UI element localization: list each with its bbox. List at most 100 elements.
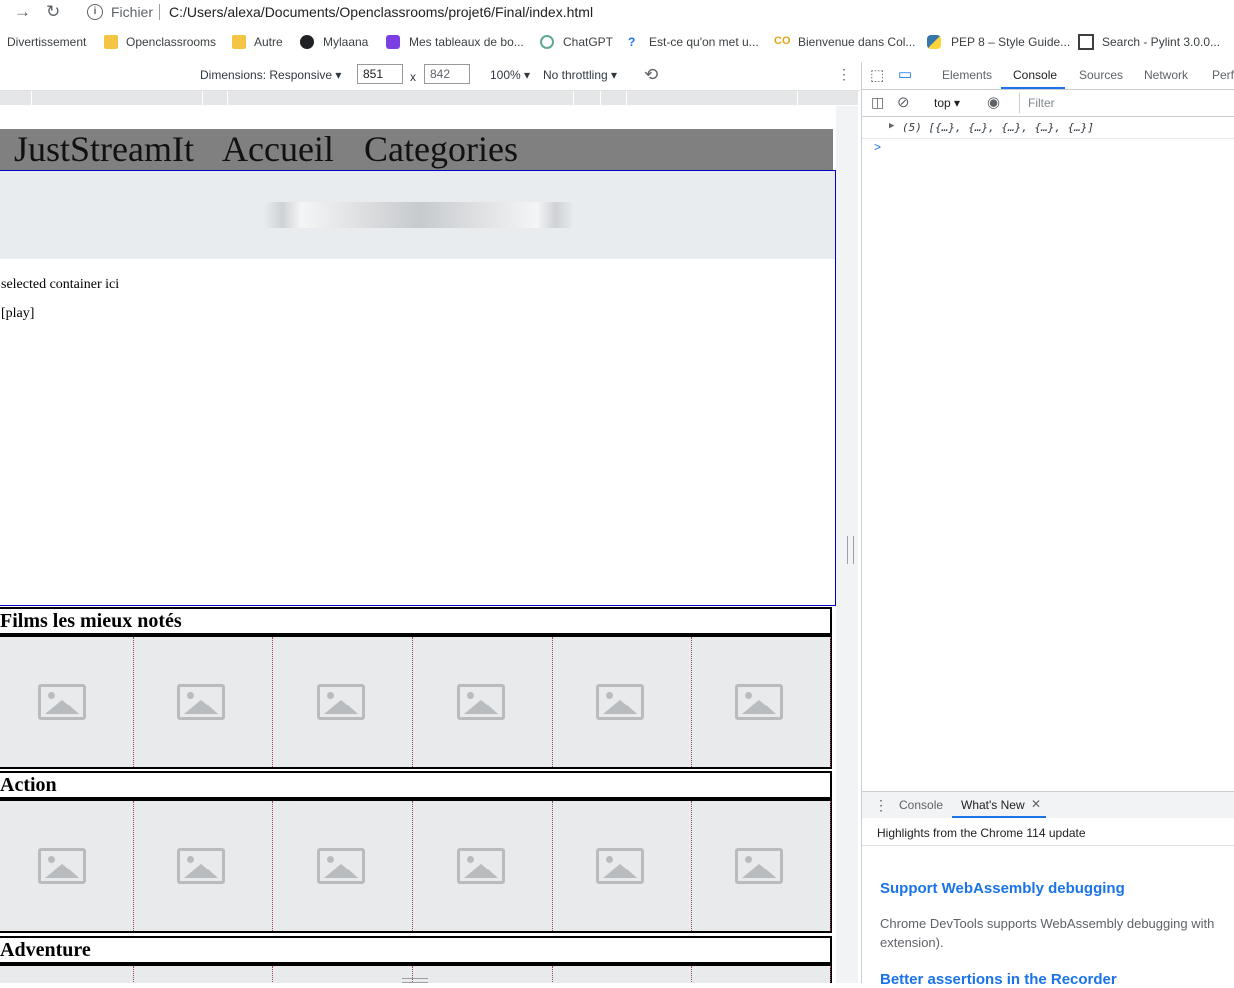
reload-icon[interactable]: ↻ <box>46 2 60 22</box>
throttling-label: No throttling <box>543 68 608 82</box>
clear-console-icon[interactable]: ⊘ <box>897 93 910 111</box>
dimensions-select[interactable]: Dimensions: Responsive ▾ <box>200 68 341 82</box>
sidebar-toggle-icon[interactable]: ◫ <box>871 94 884 111</box>
console-prompt[interactable]: > <box>874 140 881 154</box>
bookmark-colab[interactable]: Bienvenue dans Col... <box>798 35 915 49</box>
chatgpt-icon <box>540 35 554 49</box>
tab-sources[interactable]: Sources <box>1079 68 1123 82</box>
height-input[interactable]: 842 <box>424 64 470 84</box>
movie-poster[interactable] <box>0 801 134 931</box>
forward-arrow-icon[interactable]: → <box>14 2 31 22</box>
whats-new-body-wasm: Chrome DevTools supports WebAssembly deb… <box>880 916 1215 931</box>
tab-elements[interactable]: Elements <box>942 68 992 82</box>
bookmark-divertissement[interactable]: Divertissement <box>7 35 86 49</box>
movie-poster[interactable] <box>137 801 273 931</box>
active-tab-indicator <box>1001 87 1065 89</box>
dimensions-label: Dimensions: Responsive <box>200 68 333 82</box>
question-icon: ? <box>628 35 636 49</box>
nav-link-accueil[interactable]: Accueil <box>222 128 334 170</box>
bookmarks-bar: Divertissement Openclassrooms Autre Myla… <box>0 28 1234 58</box>
resize-handle[interactable] <box>847 536 854 564</box>
movie-poster[interactable] <box>695 801 831 931</box>
drawer-tab-whats-new[interactable]: What's New <box>961 798 1025 812</box>
image-placeholder-icon <box>317 848 365 884</box>
whats-new-heading-recorder[interactable]: Better assertions in the Recorder <box>880 971 1117 988</box>
info-icon[interactable]: i <box>87 4 103 20</box>
movie-poster[interactable] <box>695 637 831 767</box>
context-label: top <box>934 96 951 110</box>
filter-input[interactable]: Filter <box>1019 93 1234 113</box>
bookmark-tableaux[interactable]: Mes tableaux de bo... <box>409 35 524 49</box>
whats-new-heading-wasm[interactable]: Support WebAssembly debugging <box>880 880 1125 897</box>
brand-logo[interactable]: JustStreamIt <box>14 128 194 170</box>
movie-poster[interactable] <box>277 637 413 767</box>
image-placeholder-icon <box>596 848 644 884</box>
device-toggle-icon[interactable]: ▭ <box>898 65 912 83</box>
close-icon[interactable]: ✕ <box>1031 797 1041 811</box>
nav-link-categories[interactable]: Categories <box>364 128 518 170</box>
play-button[interactable]: [play] <box>1 306 34 322</box>
movie-poster[interactable] <box>556 637 692 767</box>
drawer-menu-icon[interactable]: ⋮ <box>874 797 888 814</box>
movie-poster[interactable] <box>695 966 831 983</box>
movie-poster[interactable] <box>0 966 134 983</box>
media-query-ruler[interactable] <box>0 91 858 105</box>
width-input[interactable]: 851 <box>357 64 403 84</box>
bookmark-pep8[interactable]: PEP 8 – Style Guide... <box>951 35 1070 49</box>
image-placeholder-icon <box>38 848 86 884</box>
tab-network[interactable]: Network <box>1144 68 1188 82</box>
inspect-element-icon[interactable]: ⬚ <box>870 66 884 84</box>
movie-poster[interactable] <box>277 966 413 983</box>
resize-handle-bottom[interactable] <box>402 978 428 983</box>
device-viewport: JustStreamIt Accueil Categories selected… <box>0 106 858 983</box>
bookmark-chatgpt[interactable]: ChatGPT <box>563 35 613 49</box>
carousel-action <box>0 799 832 933</box>
movie-poster[interactable] <box>0 637 134 767</box>
broken-image-icon <box>264 202 574 228</box>
movie-poster[interactable] <box>137 637 273 767</box>
movie-poster[interactable] <box>137 966 273 983</box>
more-options-icon[interactable]: ⋮ <box>837 66 851 83</box>
tab-console[interactable]: Console <box>1013 68 1057 82</box>
context-select[interactable]: top ▾ <box>934 96 960 110</box>
eye-icon[interactable]: ◉ <box>987 93 1000 111</box>
bookmark-autre[interactable]: Autre <box>254 35 283 49</box>
devtools-tabbar: ⬚ ▭ Elements Console Sources Network Per… <box>862 62 1234 90</box>
movie-poster[interactable] <box>556 966 692 983</box>
divider <box>862 845 1234 846</box>
image-placeholder-icon <box>596 684 644 720</box>
image-placeholder-icon <box>177 848 225 884</box>
movie-poster[interactable] <box>417 801 553 931</box>
section-title-action: Action <box>0 771 832 799</box>
tab-performance[interactable]: Perfo <box>1212 68 1234 82</box>
image-placeholder-icon <box>38 684 86 720</box>
throttling-select[interactable]: No throttling ▾ <box>543 68 617 82</box>
bookmark-est-ce[interactable]: Est-ce qu'on met u... <box>649 35 759 49</box>
image-placeholder-icon <box>735 684 783 720</box>
whats-new-panel: Highlights from the Chrome 114 update Su… <box>862 818 1234 988</box>
address-bar: → ↻ i Fichier C:/Users/alexa/Documents/O… <box>0 0 1234 26</box>
highlights-text: Highlights from the Chrome 114 update <box>877 826 1086 840</box>
bookmark-pylint[interactable]: Search - Pylint 3.0.0... <box>1102 35 1220 49</box>
image-placeholder-icon <box>177 684 225 720</box>
console-log-entry[interactable]: ▶ (5) [{…}, {…}, {…}, {…}, {…}] <box>862 118 1234 139</box>
bookmark-openclassrooms[interactable]: Openclassrooms <box>126 35 216 49</box>
zoom-label: 100% <box>490 68 521 82</box>
carousel-best-rated <box>0 635 832 769</box>
drawer-tab-console[interactable]: Console <box>899 798 943 812</box>
movie-poster[interactable] <box>417 637 553 767</box>
rotate-icon[interactable]: ⟲ <box>644 65 658 85</box>
movie-poster[interactable] <box>277 801 413 931</box>
tableaux-app-icon <box>386 35 400 49</box>
devtools-panel: ⬚ ▭ Elements Console Sources Network Per… <box>861 62 1234 988</box>
page-content: JustStreamIt Accueil Categories selected… <box>0 106 836 983</box>
image-placeholder-icon <box>317 684 365 720</box>
bookmark-mylaana[interactable]: Mylaana <box>323 35 368 49</box>
url-field[interactable]: C:/Users/alexa/Documents/Openclassrooms/… <box>169 4 593 20</box>
selected-movie-container: selected container ici [play] <box>0 170 836 606</box>
zoom-select[interactable]: 100% ▾ <box>490 68 530 82</box>
movie-poster[interactable] <box>556 801 692 931</box>
movie-poster[interactable] <box>417 966 553 983</box>
console-toolbar: ◫ ⊘ top ▾ ◉ Filter <box>862 90 1234 117</box>
expand-arrow-icon[interactable]: ▶ <box>889 121 894 131</box>
